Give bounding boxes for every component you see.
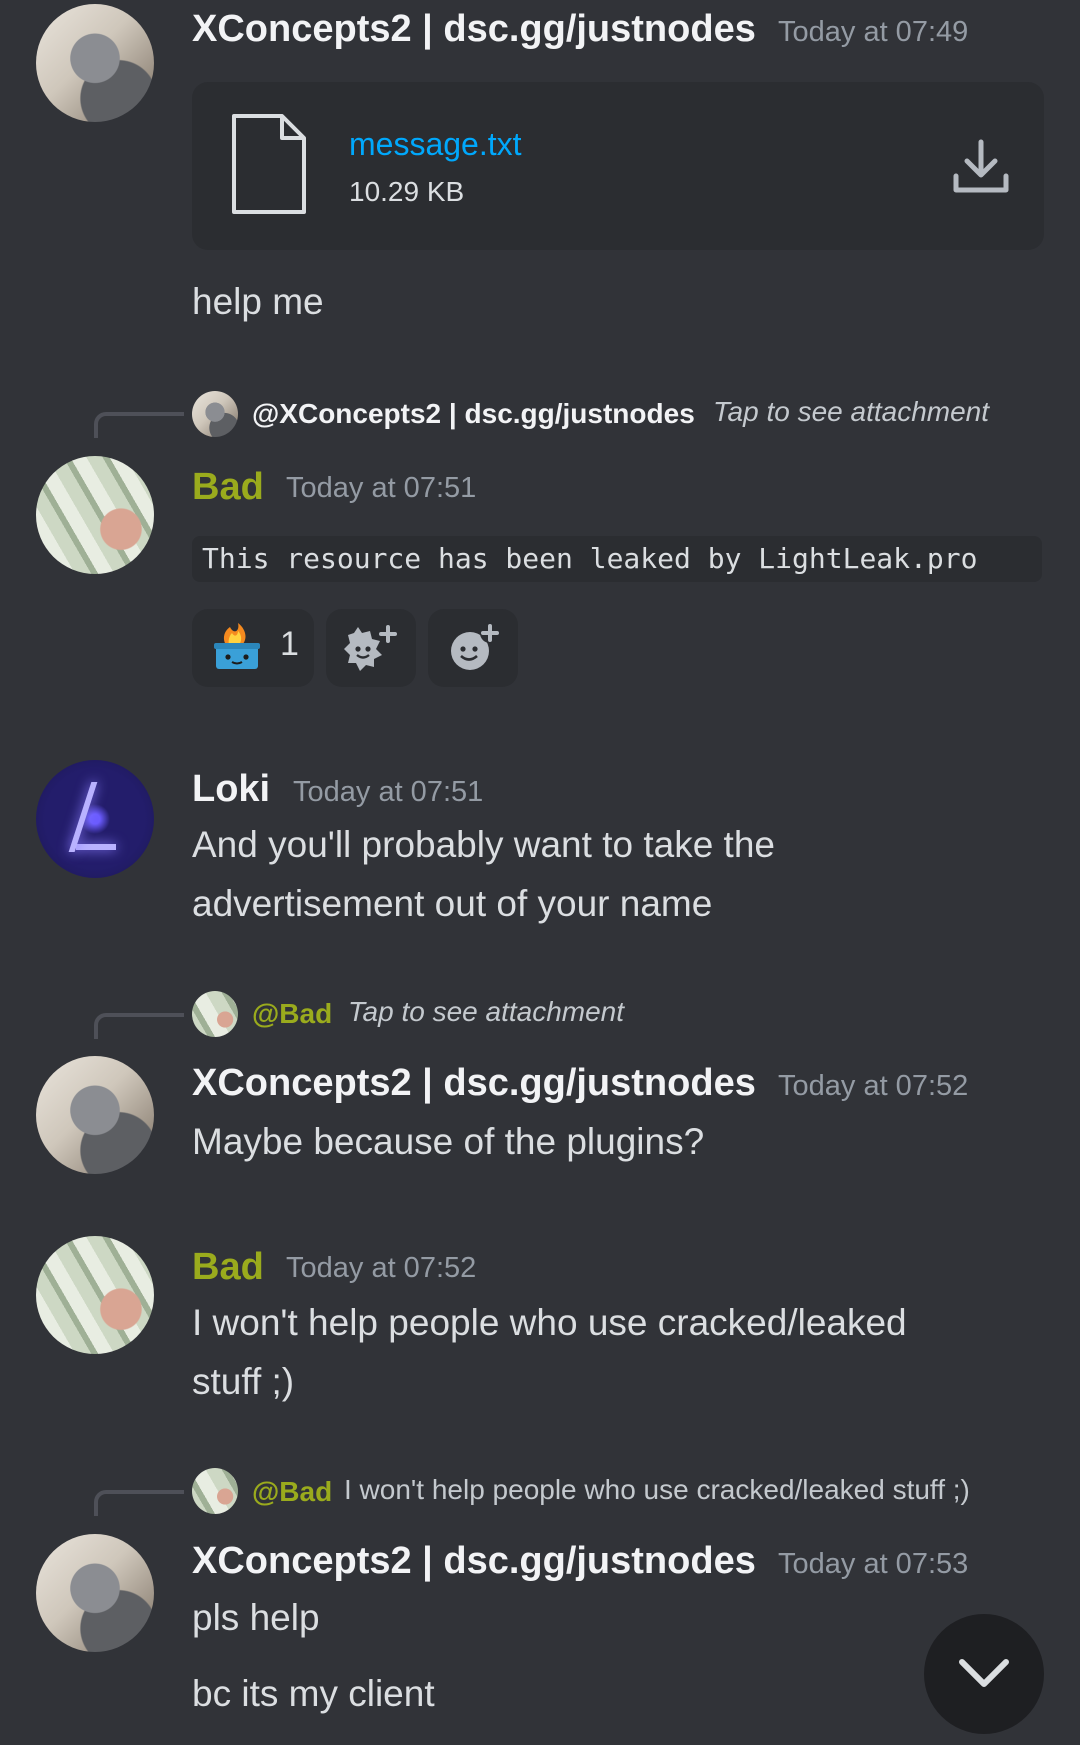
- reply-avatar: [192, 391, 238, 437]
- reply-preview[interactable]: I won't help people who use cracked/leak…: [344, 1474, 970, 1506]
- reply-connector: [94, 1013, 184, 1039]
- file-attachment[interactable]: message.txt 10.29 KB: [192, 82, 1044, 250]
- avatar-xconcepts2[interactable]: [36, 4, 154, 122]
- add-super-reaction-button[interactable]: [326, 609, 416, 687]
- avatar-xconcepts2[interactable]: [36, 1056, 154, 1174]
- dumpster-fire-emoji: [214, 623, 260, 669]
- inline-code-block: This resource has been leaked by LightLe…: [192, 536, 1042, 582]
- avatar-loki[interactable]: [36, 760, 154, 878]
- reply-username[interactable]: @XConcepts2 | dsc.gg/justnodes: [252, 398, 695, 430]
- message-text: Maybe because of the plugins?: [192, 1121, 705, 1162]
- reply-avatar: [192, 991, 238, 1037]
- message-timestamp: Today at 07:52: [286, 1252, 477, 1284]
- message-timestamp: Today at 07:53: [778, 1548, 969, 1580]
- message-text: advertisement out of your name: [192, 883, 713, 924]
- reply-connector: [94, 1490, 184, 1516]
- message-username[interactable]: Bad: [192, 1246, 264, 1289]
- reaction-dumpster-fire[interactable]: 1: [192, 609, 314, 687]
- message-text: help me: [192, 281, 324, 322]
- message-username[interactable]: XConcepts2 | dsc.gg/justnodes: [192, 1540, 756, 1583]
- avatar-xconcepts2[interactable]: [36, 1534, 154, 1652]
- message-text: bc its my client: [192, 1673, 435, 1714]
- message-text: stuff ;): [192, 1361, 295, 1402]
- chat-messages: XConcepts2 | dsc.gg/justnodes Today at 0…: [0, 0, 1080, 1745]
- message-username[interactable]: XConcepts2 | dsc.gg/justnodes: [192, 8, 756, 51]
- message-text: And you'll probably want to take the: [192, 824, 775, 865]
- message-username[interactable]: Loki: [192, 768, 270, 811]
- reply-username[interactable]: @Bad: [252, 998, 332, 1030]
- message-timestamp: Today at 07:52: [778, 1070, 969, 1102]
- reply-connector: [94, 412, 184, 438]
- reply-username[interactable]: @Bad: [252, 1476, 332, 1508]
- reply-preview[interactable]: Tap to see attachment: [713, 396, 989, 428]
- reply-avatar: [192, 1468, 238, 1514]
- message-username[interactable]: XConcepts2 | dsc.gg/justnodes: [192, 1062, 756, 1105]
- attachment-size: 10.29 KB: [349, 176, 465, 207]
- download-icon[interactable]: [950, 136, 1012, 198]
- add-reaction-icon: [451, 623, 500, 670]
- jump-to-present-button[interactable]: [924, 1614, 1044, 1734]
- message-text: I won't help people who use cracked/leak…: [192, 1302, 907, 1343]
- message-timestamp: Today at 07:51: [286, 472, 477, 504]
- message-username[interactable]: Bad: [192, 466, 264, 509]
- avatar-bad[interactable]: [36, 456, 154, 574]
- message-timestamp: Today at 07:49: [778, 16, 969, 48]
- message-text: pls help: [192, 1597, 320, 1638]
- message-timestamp: Today at 07:51: [293, 776, 484, 808]
- avatar-bad[interactable]: [36, 1236, 154, 1354]
- add-super-reaction-icon: [344, 625, 397, 671]
- attachment-filename[interactable]: message.txt: [349, 126, 522, 163]
- add-reaction-button[interactable]: [428, 609, 518, 687]
- chevron-down-icon: [959, 1659, 1009, 1687]
- file-icon: [232, 114, 306, 214]
- reply-preview[interactable]: Tap to see attachment: [348, 996, 624, 1028]
- reaction-count: 1: [280, 625, 299, 663]
